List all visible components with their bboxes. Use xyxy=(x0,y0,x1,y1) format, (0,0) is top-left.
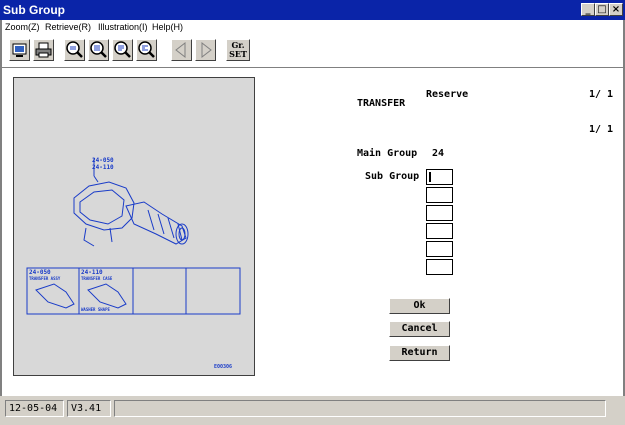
zoom-3-icon xyxy=(114,41,131,58)
reserve-label: Reserve xyxy=(426,89,469,100)
text-cursor xyxy=(429,172,431,182)
thumb2-sub: WASHER SHAPE xyxy=(81,307,110,312)
prev-button[interactable] xyxy=(171,39,192,61)
menu-bar: Zoom(Z) Retrieve(R) Illustration(I) Help… xyxy=(0,20,625,35)
monitor-icon xyxy=(12,43,27,57)
sub-group-label: Sub Group xyxy=(365,171,420,182)
next-button[interactable] xyxy=(195,39,216,61)
main-group-label: Main Group xyxy=(357,148,418,159)
sub-group-input-6[interactable] xyxy=(426,259,453,275)
callout-24-050: 24-050 xyxy=(92,157,114,164)
zoom-2-icon xyxy=(90,41,107,58)
zoom-4-icon xyxy=(138,41,155,58)
return-button[interactable]: Return xyxy=(389,345,450,361)
close-button[interactable]: × xyxy=(609,3,623,16)
thumb2-code: 24-110 xyxy=(81,269,103,276)
minimize-icon: _ xyxy=(585,4,591,15)
transfer-illustration xyxy=(26,158,241,315)
zoom-1-icon xyxy=(66,41,83,58)
gr-set-button[interactable]: Gr. SET xyxy=(226,39,250,61)
thumb1-code: 24-050 xyxy=(29,269,51,276)
status-message xyxy=(114,400,606,417)
monitor-button[interactable] xyxy=(9,39,30,61)
figure-id: E00306 xyxy=(214,364,233,370)
zoom-4-button[interactable] xyxy=(136,39,157,61)
maximize-button[interactable]: □ xyxy=(595,3,609,16)
window-title: Sub Group xyxy=(3,3,65,17)
page-indicator-2: 1/ 1 xyxy=(589,124,614,135)
arrow-left-icon xyxy=(175,41,186,59)
sub-group-input-2[interactable] xyxy=(426,187,453,203)
ok-button[interactable]: Ok xyxy=(389,298,450,314)
group-name: TRANSFER xyxy=(357,98,406,109)
status-version: V3.41 xyxy=(67,400,111,417)
main-group-value: 24 xyxy=(432,148,445,159)
printer-button[interactable] xyxy=(33,39,54,61)
sub-group-input-5[interactable] xyxy=(426,241,453,257)
zoom-3-button[interactable] xyxy=(112,39,133,61)
zoom-2-button[interactable] xyxy=(88,39,109,61)
close-icon: × xyxy=(611,4,621,15)
menu-zoom[interactable]: Zoom(Z) xyxy=(5,22,40,32)
illustration-panel[interactable]: 24-050 24-110 24-050 TRANSFER ASSY 24-11… xyxy=(13,77,255,376)
title-bar: Sub Group _ □ × xyxy=(0,0,625,20)
sub-group-input-1[interactable] xyxy=(426,169,453,185)
callout-24-110: 24-110 xyxy=(92,164,114,171)
arrow-right-icon xyxy=(201,41,212,59)
menu-illustration[interactable]: Illustration(I) xyxy=(98,22,148,32)
sub-group-input-4[interactable] xyxy=(426,223,453,239)
status-date: 12-05-04 xyxy=(5,400,64,417)
window-left-border xyxy=(0,20,2,405)
thumb2-name: TRANSFER CASE xyxy=(81,276,113,281)
sub-group-input-3[interactable] xyxy=(426,205,453,221)
thumb1-name: TRANSFER ASSY xyxy=(29,276,61,281)
menu-retrieve[interactable]: Retrieve(R) xyxy=(45,22,91,32)
zoom-1-button[interactable] xyxy=(64,39,85,61)
printer-icon xyxy=(35,42,52,58)
cancel-button[interactable]: Cancel xyxy=(389,321,450,337)
gr-set-label-2: SET xyxy=(229,49,247,59)
maximize-icon: □ xyxy=(597,4,607,15)
status-bar: 12-05-04 V3.41 xyxy=(0,396,625,425)
menu-help[interactable]: Help(H) xyxy=(152,22,183,32)
page-indicator-1: 1/ 1 xyxy=(589,89,614,100)
minimize-button[interactable]: _ xyxy=(581,3,595,16)
toolbar: Gr. SET xyxy=(0,35,625,68)
